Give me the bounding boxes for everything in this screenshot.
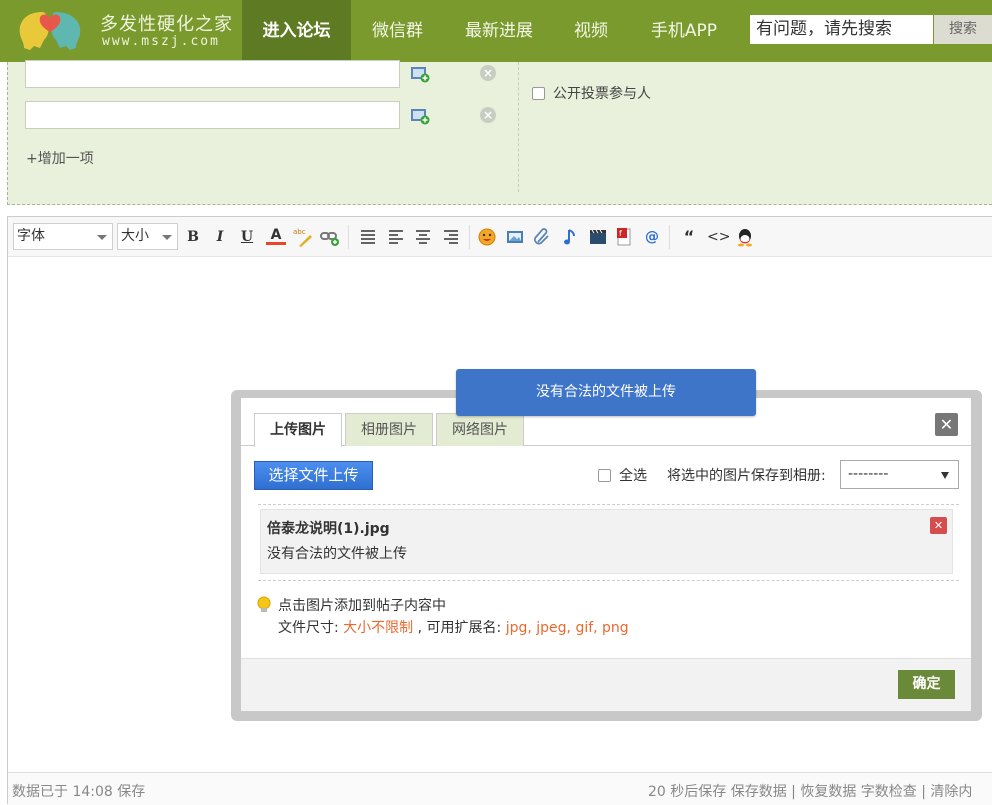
emoji-icon[interactable] bbox=[477, 227, 497, 247]
editor-actions[interactable]: 20 秒后保存 保存数据 | 恢复数据 字数检查 | 清除内 bbox=[648, 781, 972, 801]
search-input[interactable]: 有问题，请先搜索 bbox=[750, 15, 933, 44]
size-label: 文件尺寸: bbox=[278, 620, 344, 636]
divider bbox=[258, 504, 959, 505]
size-select[interactable]: 大小 bbox=[117, 223, 178, 250]
public-voters-checkbox[interactable]: 公开投票参与人 bbox=[532, 83, 651, 103]
justify-icon[interactable] bbox=[358, 227, 378, 247]
toolbar-separator bbox=[348, 225, 349, 249]
spellcheck-icon[interactable]: abc bbox=[293, 227, 313, 247]
svg-text:abc: abc bbox=[293, 228, 306, 236]
tab-upload-image[interactable]: 上传图片 bbox=[254, 413, 342, 447]
select-all-label: 全选 bbox=[619, 468, 647, 484]
size-value: 大小不限制 bbox=[343, 620, 414, 636]
search-button[interactable]: 搜索 bbox=[934, 15, 992, 44]
lightbulb-icon bbox=[257, 596, 271, 612]
attachment-icon[interactable] bbox=[532, 227, 552, 247]
dialog-footer: 确定 bbox=[241, 658, 971, 711]
video-icon[interactable] bbox=[588, 227, 608, 247]
poll-option-input[interactable] bbox=[25, 101, 400, 129]
autosave-status: 数据已于 14:08 保存 bbox=[12, 784, 146, 800]
delete-file-icon[interactable]: ✕ bbox=[930, 517, 947, 534]
error-toast: 没有合法的文件被上传 bbox=[456, 369, 756, 416]
tip-click-to-insert: 点击图片添加到帖子内容中 bbox=[278, 598, 446, 614]
link-add-icon[interactable] bbox=[320, 227, 340, 247]
logo-url: www.mszj.com bbox=[102, 34, 220, 49]
tab-album-images[interactable]: 相册图片 bbox=[345, 413, 433, 446]
size-select-value: 大小 bbox=[121, 228, 149, 244]
album-select[interactable]: -------- bbox=[840, 460, 959, 489]
logo-title: 多发性硬化之家 bbox=[100, 14, 233, 35]
choose-file-button[interactable]: 选择文件上传 bbox=[254, 461, 373, 490]
divider bbox=[258, 580, 959, 581]
top-navbar: 多发性硬化之家 www.mszj.com 进入论坛 微信群 最新进展 视频 手机… bbox=[0, 0, 992, 62]
close-icon[interactable]: ✕ bbox=[935, 413, 958, 436]
save-to-album-label: 将选中的图片保存到相册: bbox=[667, 468, 826, 484]
option-image-icon[interactable] bbox=[410, 107, 430, 125]
flash-icon[interactable]: f bbox=[615, 227, 635, 247]
music-icon[interactable] bbox=[560, 227, 580, 247]
font-select-value: 字体 bbox=[17, 228, 45, 244]
toolbar-separator bbox=[669, 225, 670, 249]
code-icon[interactable]: <> bbox=[707, 227, 730, 247]
font-color-button[interactable]: A bbox=[266, 227, 286, 245]
editor-statusbar: 数据已于 14:08 保存 20 秒后保存 保存数据 | 恢复数据 字数检查 |… bbox=[8, 772, 992, 805]
chevron-down-icon bbox=[162, 235, 172, 240]
confirm-button[interactable]: 确定 bbox=[898, 670, 955, 699]
tab-web-images[interactable]: 网络图片 bbox=[436, 413, 524, 446]
nav-forum[interactable]: 进入论坛 bbox=[242, 0, 351, 62]
image-icon[interactable] bbox=[505, 227, 525, 247]
poll-option-input[interactable] bbox=[25, 60, 400, 88]
site-logo[interactable]: 多发性硬化之家 www.mszj.com bbox=[10, 4, 240, 56]
option-image-icon[interactable] bbox=[410, 65, 430, 83]
upload-file-item: 倍泰龙说明(1).jpg 没有合法的文件被上传 ✕ bbox=[260, 509, 953, 574]
nav-latest-progress[interactable]: 最新进展 bbox=[450, 0, 548, 62]
upload-tabs: 上传图片 相册图片 网络图片 bbox=[241, 413, 971, 447]
mention-icon[interactable]: @ bbox=[642, 227, 662, 247]
public-voters-label: 公开投票参与人 bbox=[553, 86, 651, 102]
album-select-value: -------- bbox=[848, 466, 889, 482]
quote-icon[interactable]: “ bbox=[679, 227, 699, 247]
ext-value: jpg, jpeg, gif, png bbox=[505, 620, 629, 636]
align-right-icon[interactable] bbox=[441, 227, 461, 247]
nav-mobile-app[interactable]: 手机APP bbox=[636, 0, 732, 62]
checkbox-icon[interactable] bbox=[532, 87, 545, 100]
nav-video[interactable]: 视频 bbox=[560, 0, 622, 62]
qq-icon[interactable] bbox=[735, 227, 755, 247]
file-name: 倍泰龙说明(1).jpg bbox=[267, 521, 390, 537]
tip-file-limits: 文件尺寸: 大小不限制 , 可用扩展名: jpg, jpeg, gif, png bbox=[278, 617, 629, 637]
chevron-down-icon bbox=[97, 235, 107, 240]
toolbar-separator bbox=[469, 225, 470, 249]
editor-toolbar: 字体 大小 B I U A abc f @ “ <> bbox=[8, 217, 992, 257]
ext-label: , 可用扩展名: bbox=[413, 620, 506, 636]
upload-image-dialog: 上传图片 相册图片 网络图片 ✕ 选择文件上传 全选 将选中的图片保存到相册: … bbox=[241, 398, 971, 711]
bold-button[interactable]: B bbox=[183, 227, 203, 247]
poll-options-panel: × × +增加一项 公开投票参与人 bbox=[7, 60, 992, 205]
font-select[interactable]: 字体 bbox=[13, 223, 113, 250]
underline-button[interactable]: U bbox=[237, 227, 257, 247]
align-left-icon[interactable] bbox=[386, 227, 406, 247]
chevron-down-icon bbox=[941, 472, 949, 479]
nav-wechat-group[interactable]: 微信群 bbox=[355, 0, 440, 62]
option-delete-icon[interactable]: × bbox=[480, 107, 496, 123]
checkbox-icon[interactable] bbox=[598, 469, 611, 482]
logo-heads-icon bbox=[19, 12, 81, 50]
select-all-checkbox[interactable]: 全选 bbox=[598, 465, 647, 485]
poll-divider bbox=[518, 62, 519, 192]
svg-text:f: f bbox=[619, 229, 622, 238]
file-error-message: 没有合法的文件被上传 bbox=[267, 546, 407, 562]
align-center-icon[interactable] bbox=[413, 227, 433, 247]
italic-button[interactable]: I bbox=[210, 227, 230, 247]
option-delete-icon[interactable]: × bbox=[480, 65, 496, 81]
add-option-link[interactable]: +增加一项 bbox=[26, 148, 94, 168]
